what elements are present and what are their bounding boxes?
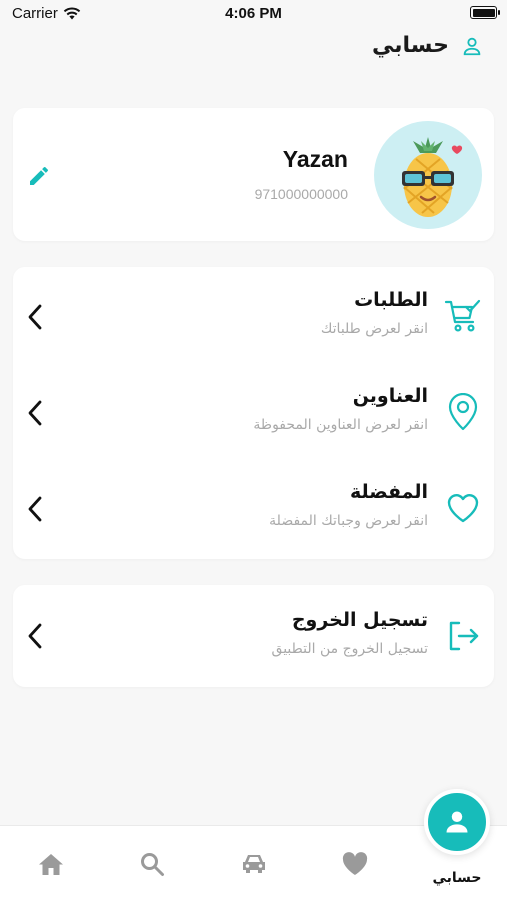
chevron-left-icon: [28, 304, 42, 330]
profile-card[interactable]: Yazan 971000000000: [13, 108, 494, 241]
cart-check-icon: [444, 299, 481, 332]
tab-search[interactable]: [134, 846, 170, 882]
menu-item-addresses[interactable]: العناوين انقر لعرض العناوين المحفوظة: [13, 363, 494, 459]
menu-item-subtitle: انقر لعرض طلباتك: [320, 321, 428, 337]
pineapple-avatar-icon: [402, 137, 463, 217]
status-time: 4:06 PM: [225, 5, 282, 22]
logout-button[interactable]: تسجيل الخروج تسجيل الخروج من التطبيق: [13, 585, 494, 687]
chevron-left-icon: [28, 496, 42, 522]
profile-name: Yazan: [282, 146, 348, 172]
tab-car[interactable]: [236, 846, 272, 882]
tab-account-active[interactable]: [424, 789, 490, 855]
tab-home[interactable]: [33, 846, 69, 882]
tab-favorites[interactable]: [337, 846, 373, 882]
logout-icon: [449, 621, 479, 651]
user-icon: [463, 37, 481, 55]
car-icon: [243, 855, 265, 873]
search-icon: [141, 853, 164, 876]
menu-item-title: المفضلة: [349, 481, 428, 503]
menu-item-title: العناوين: [352, 385, 428, 407]
logout-title: تسجيل الخروج: [291, 609, 428, 631]
edit-profile-button[interactable]: [26, 163, 52, 189]
profile-phone: 971000000000: [254, 186, 348, 202]
menu-item-favorites[interactable]: المفضلة انقر لعرض وجباتك المفضلة: [13, 459, 494, 555]
pencil-icon: [30, 166, 49, 185]
user-icon: [446, 811, 468, 833]
avatar[interactable]: [374, 121, 482, 229]
menu-item-subtitle: انقر لعرض العناوين المحفوظة: [253, 417, 428, 433]
battery-icon: [470, 6, 500, 19]
chevron-left-icon: [28, 400, 42, 426]
chevron-left-icon: [28, 623, 42, 649]
menu-item-orders[interactable]: الطلبات انقر لعرض طلباتك: [13, 267, 494, 363]
location-pin-icon: [448, 393, 478, 431]
page-header: حسابي: [372, 33, 483, 58]
logout-subtitle: تسجيل الخروج من التطبيق: [271, 641, 428, 657]
heart-icon: [447, 494, 479, 523]
heart-icon: [342, 852, 368, 875]
menu-item-subtitle: انقر لعرض وجباتك المفضلة: [269, 513, 428, 529]
status-bar: Carrier 4:06 PM: [0, 0, 507, 28]
page-title: حسابي: [371, 33, 449, 58]
home-icon: [39, 854, 63, 875]
account-menu: الطلبات انقر لعرض طلباتك العناوين انقر ل…: [13, 267, 494, 559]
logout-card: تسجيل الخروج تسجيل الخروج من التطبيق: [13, 585, 494, 687]
menu-item-title: الطلبات: [354, 289, 428, 311]
tab-account-label[interactable]: حسابي: [424, 870, 490, 886]
